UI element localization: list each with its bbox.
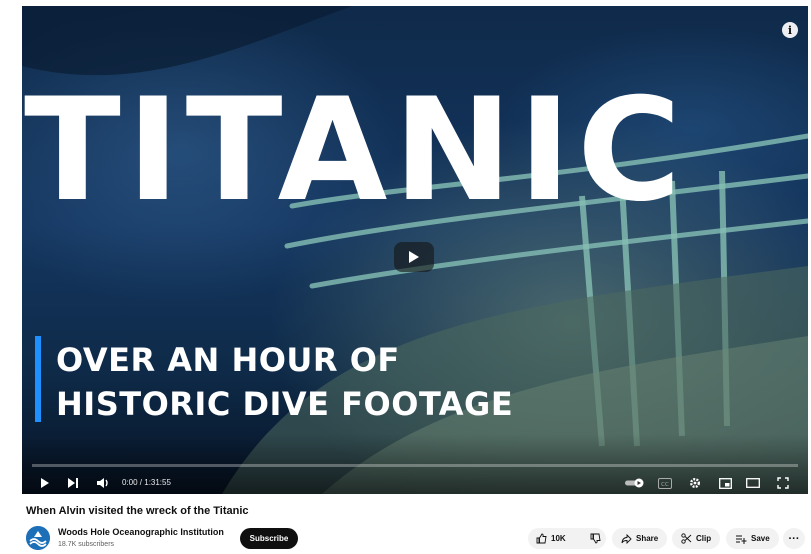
volume-button[interactable]: [94, 474, 112, 492]
play-button[interactable]: [36, 474, 54, 492]
big-play-button[interactable]: [394, 242, 434, 272]
dislike-button[interactable]: [582, 528, 609, 549]
share-button[interactable]: Share: [612, 528, 668, 549]
subtitle-line-2: HISTORIC DIVE FOOTAGE: [56, 385, 514, 423]
like-button[interactable]: 10K: [528, 528, 574, 549]
video-title: When Alvin visited the wreck of the Tita…: [26, 505, 249, 517]
channel-name[interactable]: Woods Hole Oceanographic Institution: [58, 527, 224, 537]
autoplay-toggle[interactable]: [624, 474, 648, 492]
clip-label: Clip: [696, 534, 712, 543]
save-button[interactable]: Save: [726, 528, 779, 549]
subscribe-button[interactable]: Subscribe: [240, 528, 298, 549]
share-icon: [621, 533, 632, 544]
theater-icon: [746, 478, 760, 488]
info-icon[interactable]: i: [782, 22, 798, 38]
svg-text:CC: CC: [661, 482, 669, 488]
subtitle-line-1: OVER AN HOUR OF: [56, 341, 400, 379]
theater-mode-button[interactable]: [744, 474, 762, 492]
video-title-overlay: TITANIC: [24, 68, 688, 233]
subtitle-accent-bar: [35, 336, 41, 422]
fullscreen-button[interactable]: [774, 474, 792, 492]
miniplayer-button[interactable]: [716, 474, 734, 492]
play-icon: [409, 251, 419, 263]
captions-button[interactable]: CC: [656, 474, 674, 492]
autoplay-toggle-icon: [625, 478, 644, 488]
fullscreen-icon: [777, 477, 789, 489]
subscriber-count: 18.7K subscribers: [58, 541, 115, 548]
like-count: 10K: [551, 534, 566, 543]
save-playlist-icon: [736, 535, 747, 544]
channel-avatar[interactable]: [26, 526, 50, 550]
play-icon: [41, 478, 49, 488]
time-display: 0:00 / 1:31:55: [122, 478, 171, 487]
miniplayer-icon: [718, 477, 732, 489]
captions-icon: CC: [658, 477, 672, 489]
save-label: Save: [751, 534, 770, 543]
subtitle-overlay: OVER AN HOUR OF HISTORIC DIVE FOOTAGE: [56, 338, 513, 426]
thumbs-down-icon: [590, 533, 601, 544]
share-label: Share: [636, 534, 659, 543]
next-button[interactable]: [64, 474, 82, 492]
settings-icon: [690, 478, 700, 488]
whoi-logo-icon: [26, 526, 50, 550]
clip-button[interactable]: Clip: [672, 528, 721, 549]
thumbs-up-icon: [536, 533, 547, 544]
progress-bar[interactable]: [32, 464, 798, 467]
scissors-icon: [681, 533, 692, 544]
video-player[interactable]: i TITANIC OVER AN HOUR OF HISTORIC DIVE …: [22, 6, 808, 494]
more-actions-button[interactable]: ···: [783, 528, 805, 549]
next-icon: [68, 478, 78, 488]
volume-icon: [97, 478, 108, 488]
settings-button[interactable]: [686, 474, 704, 492]
like-dislike-group: 10K: [528, 528, 606, 549]
